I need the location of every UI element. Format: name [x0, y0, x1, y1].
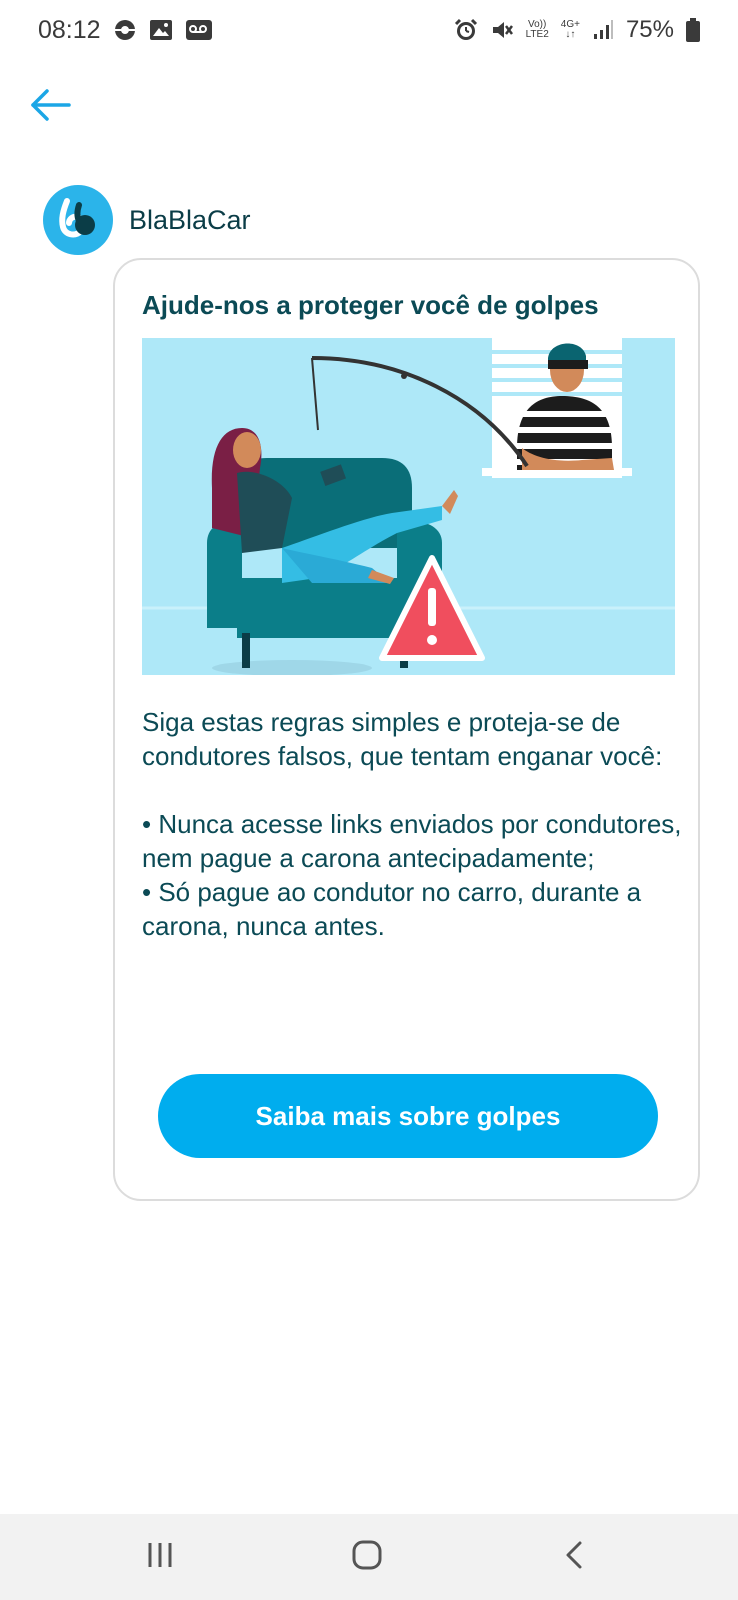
back-button[interactable]	[26, 82, 76, 132]
system-nav-bar	[0, 1514, 738, 1600]
recent-apps-icon	[145, 1541, 175, 1574]
data-arrows-icon: ↓↑	[565, 29, 576, 40]
status-bar: 08:12 Vo)) LTE2 4G+ ↓↑ 75%	[0, 0, 738, 60]
network-indicator: 4G+ ↓↑	[561, 20, 580, 40]
status-bar-left: 08:12	[38, 16, 213, 45]
home-button[interactable]	[337, 1532, 397, 1582]
camera-notification-icon	[113, 18, 137, 42]
status-time: 08:12	[38, 15, 101, 44]
volte-indicator: Vo)) LTE2	[526, 20, 549, 40]
blablacar-logo-icon	[53, 193, 103, 248]
rule-1-text: • Nunca acesse links enviados por condut…	[142, 809, 682, 873]
image-icon	[149, 19, 173, 41]
system-back-button[interactable]	[544, 1532, 604, 1582]
avatar	[43, 185, 113, 255]
learn-more-button[interactable]: Saiba mais sobre golpes	[158, 1074, 658, 1158]
back-icon	[563, 1540, 585, 1575]
battery-percent: 75%	[625, 16, 674, 43]
voicemail-icon	[185, 19, 213, 41]
scam-warning-illustration	[142, 338, 675, 676]
intro-text: Siga estas regras simples e proteja-se d…	[142, 707, 663, 771]
signal-icon	[592, 19, 614, 41]
status-bar-right: Vo)) LTE2 4G+ ↓↑ 75%	[454, 16, 700, 44]
home-icon	[351, 1539, 383, 1576]
card-title: Ajude-nos a proteger você de golpes	[142, 290, 599, 320]
rule-2-text: • Só pague ao condutor no carro, durante…	[142, 877, 642, 941]
card-body: Siga estas regras simples e proteja-se d…	[142, 705, 682, 943]
message-card: Ajude-nos a proteger você de golpes Siga…	[113, 258, 700, 1201]
alarm-icon	[454, 18, 478, 42]
battery-icon	[686, 18, 700, 42]
message-sender: BlaBlaCar	[43, 185, 251, 255]
mute-icon	[490, 18, 514, 42]
recent-apps-button[interactable]	[130, 1532, 190, 1582]
sender-name: BlaBlaCar	[129, 204, 251, 235]
back-arrow-icon	[29, 87, 73, 128]
lte-label: LTE2	[525, 29, 549, 40]
